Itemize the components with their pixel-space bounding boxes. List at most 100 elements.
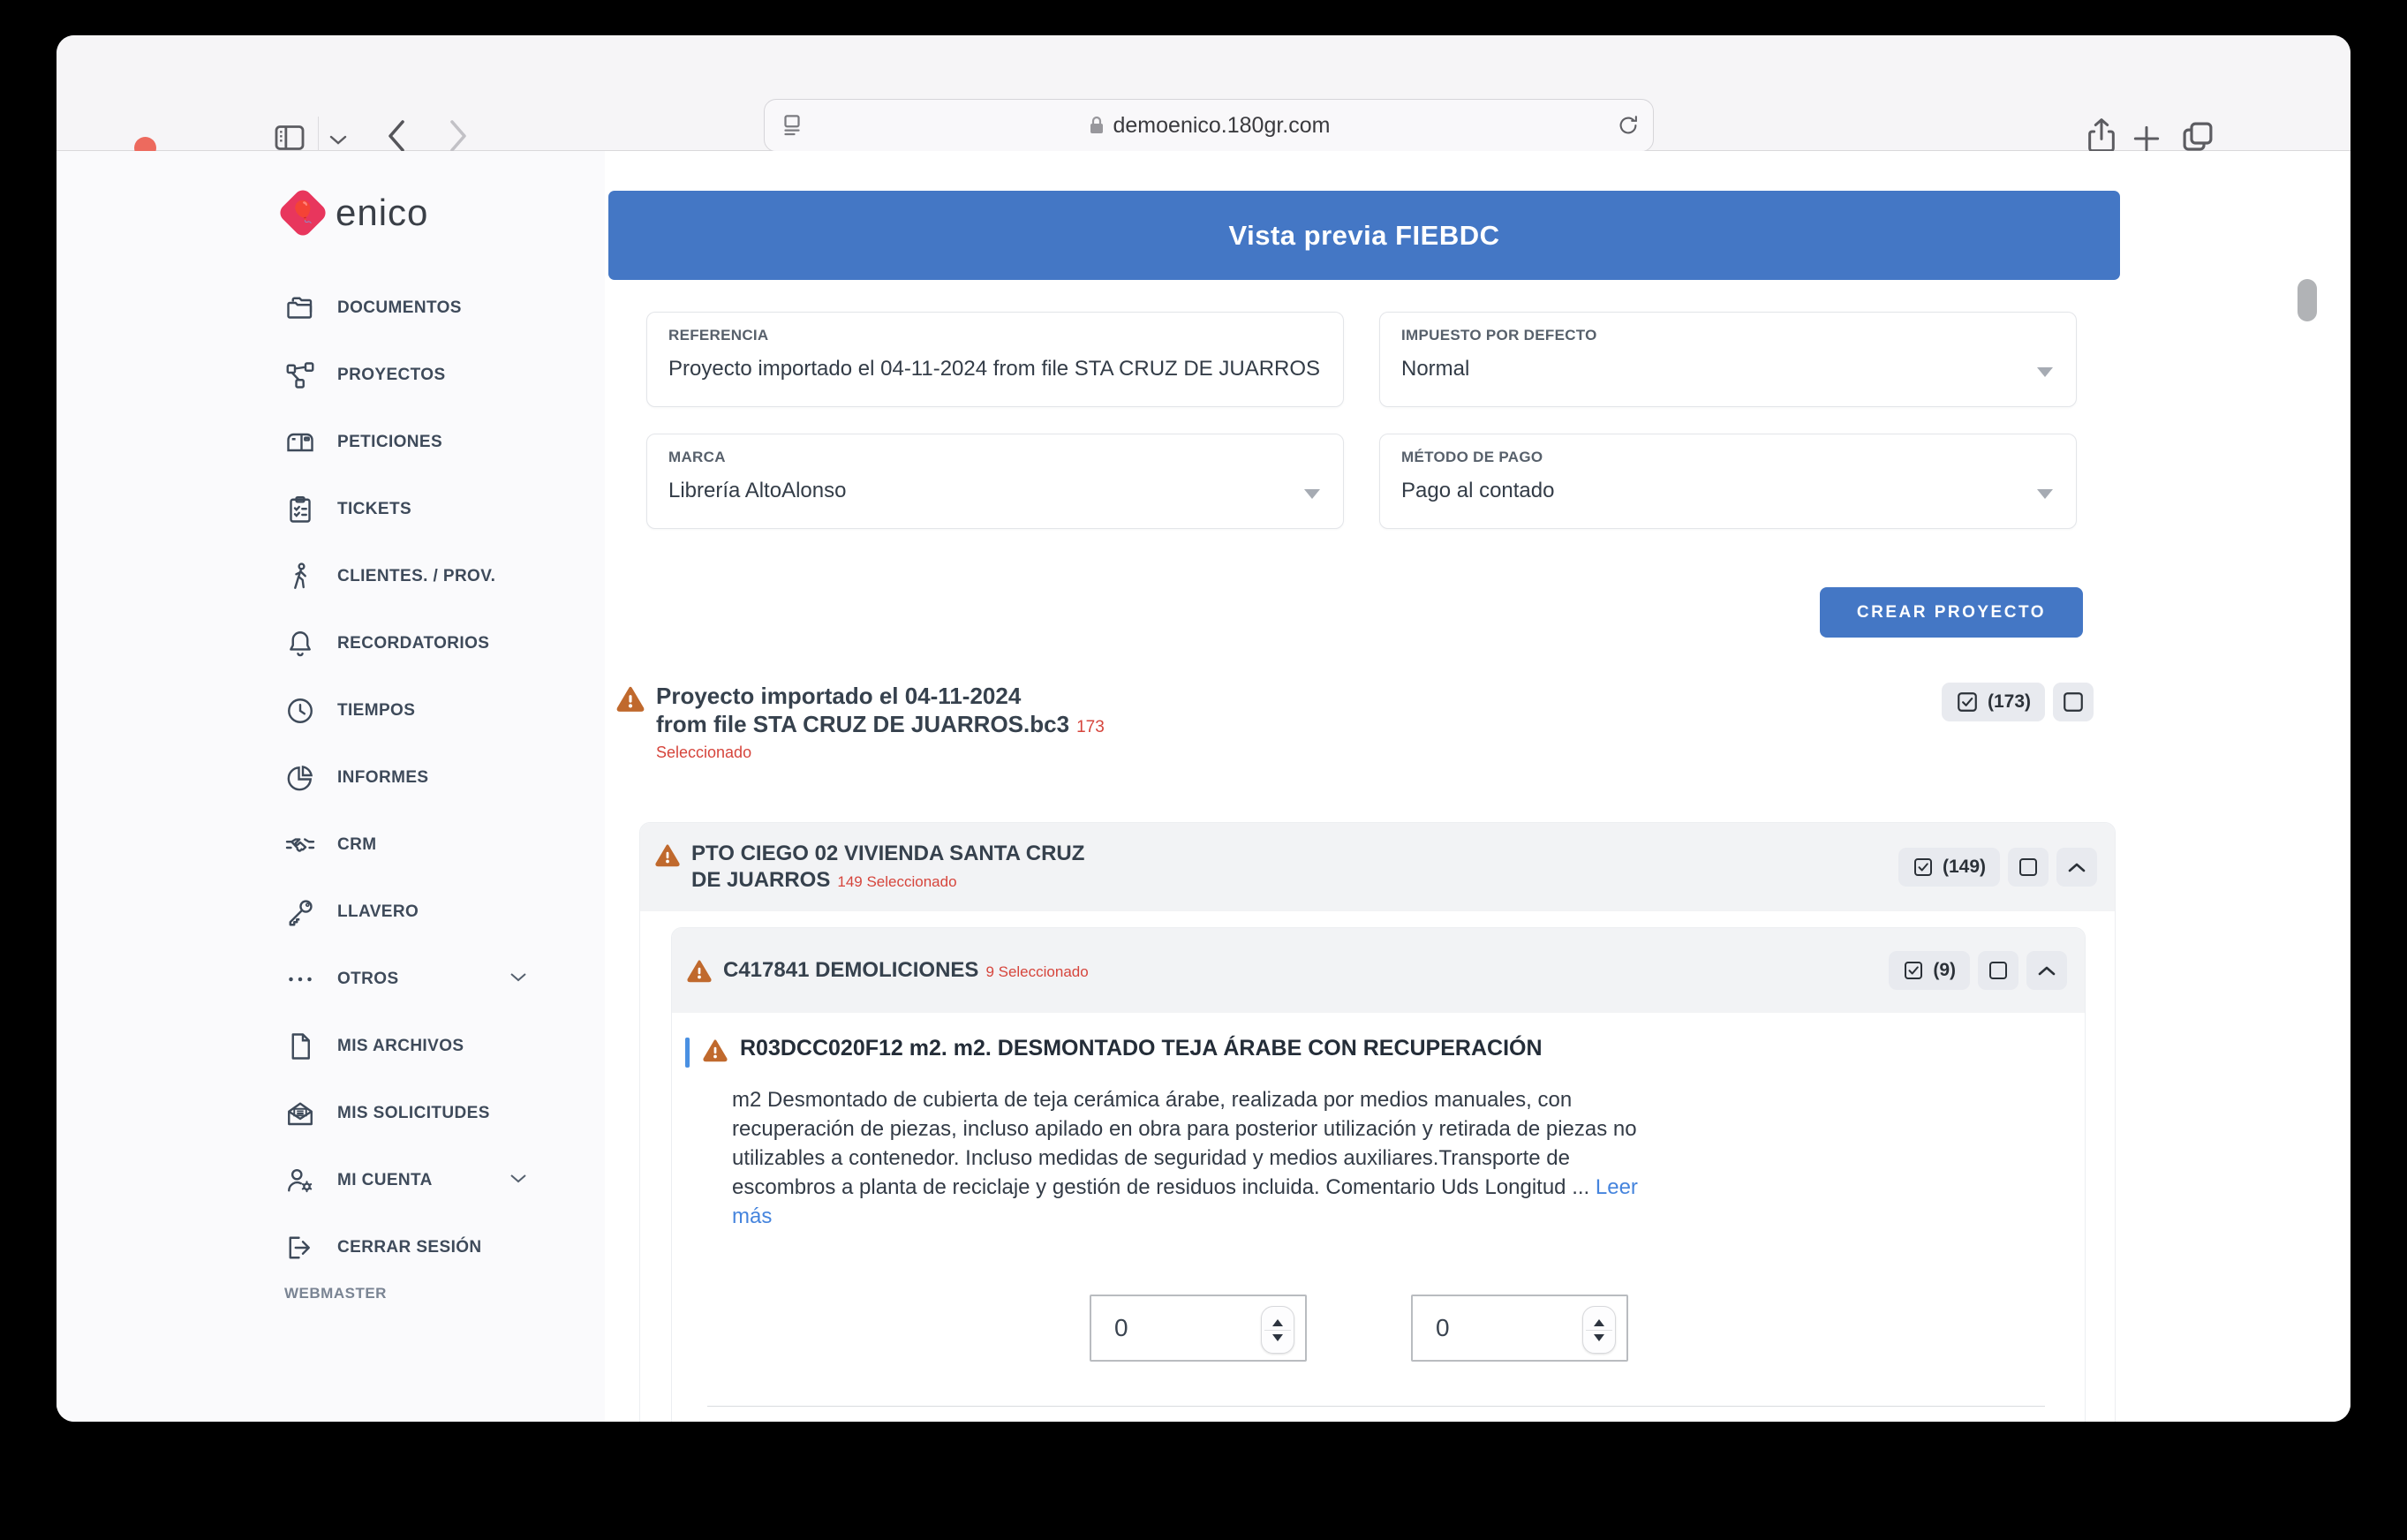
clock-icon — [284, 695, 316, 727]
line-item-description: m2 Desmontado de cubierta de teja cerámi… — [732, 1085, 1655, 1231]
referencia-field[interactable]: REFERENCIA — [646, 312, 1344, 407]
chapter-select-all-toggle[interactable]: (149) — [1898, 848, 2000, 887]
sidebar-item-label: MIS SOLICITUDES — [337, 1104, 490, 1123]
sidebar-toggle-icon[interactable] — [272, 120, 307, 155]
sidebar-item-otros[interactable]: OTROS — [57, 946, 605, 1013]
sidebar-item-label: MIS ARCHIVOS — [337, 1037, 464, 1056]
sidebar-item-clientes-prov[interactable]: CLIENTES. / PROV. — [57, 543, 605, 610]
back-button[interactable] — [385, 117, 408, 155]
sidebar-item-mis-solicitudes[interactable]: MIS SOLICITUDES — [57, 1080, 605, 1147]
sidebar-item-documentos[interactable]: DOCUMENTOS — [57, 275, 605, 342]
chapter-collapse-button[interactable] — [2056, 848, 2097, 887]
sidebar-item-crm[interactable]: CRM — [57, 812, 605, 879]
envelope-open-icon — [284, 1098, 316, 1129]
item-divider — [707, 1406, 2045, 1407]
sidebar: 🎈 enico DOCUMENTOS PROYECTOS PETICIONES — [57, 151, 605, 1422]
sidebar-item-label: CRM — [337, 835, 376, 855]
toolbar-chevron-down-icon[interactable] — [328, 134, 348, 147]
quantity-value: 0 — [1436, 1314, 1450, 1342]
reader-icon[interactable] — [779, 112, 805, 139]
warning-icon — [654, 842, 681, 869]
clipboard-icon — [284, 494, 316, 525]
warning-icon — [702, 1038, 728, 1064]
forward-button[interactable] — [447, 117, 470, 155]
sidebar-item-cerrar-sesion[interactable]: CERRAR SESIÓN — [57, 1214, 605, 1281]
chapter-title-line2: DE JUARROS — [691, 868, 830, 892]
tab-overview-icon[interactable] — [2179, 118, 2216, 155]
sidebar-item-label: TICKETS — [337, 500, 411, 519]
import-form: REFERENCIA IMPUESTO POR DEFECTO Normal M… — [646, 312, 2120, 529]
chevron-down-icon — [509, 1173, 527, 1189]
deselect-all-toggle[interactable] — [2053, 683, 2094, 721]
checkbox-checked-icon — [1913, 857, 1934, 878]
sidebar-item-llavero[interactable]: LLAVERO — [57, 879, 605, 946]
page-banner: Vista previa FIEBDC — [608, 191, 2120, 280]
sidebar-item-label: LLAVERO — [337, 902, 419, 922]
sidebar-item-informes[interactable]: INFORMES — [57, 744, 605, 812]
stepper-down-icon[interactable] — [1272, 1334, 1283, 1341]
chapter-deselect-toggle[interactable] — [2008, 848, 2049, 887]
sidebar-item-label: INFORMES — [337, 768, 428, 788]
referencia-label: REFERENCIA — [668, 327, 1322, 344]
subchapter-select-all-toggle[interactable]: (9) — [1889, 951, 1970, 990]
subchapter-header[interactable]: C417841 DEMOLICIONES9 Seleccionado (9) — [672, 928, 2085, 1013]
reload-icon[interactable] — [1616, 113, 1641, 138]
quantity-row: 0 0 — [672, 1295, 2085, 1362]
project-selected-label: Seleccionado — [656, 744, 1105, 762]
dropdown-arrow-icon — [2037, 489, 2053, 499]
page-title: Vista previa FIEBDC — [1229, 220, 1500, 252]
browser-window: demoenico.180gr.com 🎈 — [57, 35, 2350, 1422]
impuesto-select[interactable]: IMPUESTO POR DEFECTO Normal — [1379, 312, 2077, 407]
lock-icon — [1088, 115, 1105, 136]
quantity-input-1[interactable]: 0 — [1090, 1295, 1307, 1362]
file-icon — [284, 1030, 316, 1062]
stepper-up-icon[interactable] — [1594, 1319, 1604, 1326]
sidebar-item-label: PROYECTOS — [337, 366, 446, 385]
sidebar-item-mi-cuenta[interactable]: MI CUENTA — [57, 1147, 605, 1214]
impuesto-label: IMPUESTO POR DEFECTO — [1401, 327, 2055, 344]
stepper-control[interactable] — [1261, 1306, 1294, 1354]
chapter-header[interactable]: PTO CIEGO 02 VIVIENDA SANTA CRUZ DE JUAR… — [640, 823, 2115, 911]
checkbox-empty-icon — [1988, 960, 2009, 981]
sidebar-item-label: PETICIONES — [337, 433, 442, 452]
item-accent-bar — [685, 1038, 690, 1068]
key-icon — [284, 896, 316, 928]
sidebar-item-recordatorios[interactable]: RECORDATORIOS — [57, 610, 605, 677]
crear-proyecto-button[interactable]: CREAR PROYECTO — [1820, 587, 2083, 638]
sidebar-item-tickets[interactable]: TICKETS — [57, 476, 605, 543]
project-title-line2: from file STA CRUZ DE JUARROS.bc3 — [656, 711, 1069, 737]
sidebar-item-label: TIEMPOS — [337, 701, 415, 721]
logo-text: enico — [336, 192, 428, 234]
sidebar-item-peticiones[interactable]: PETICIONES — [57, 409, 605, 476]
subchapter-deselect-toggle[interactable] — [1978, 951, 2018, 990]
sidebar-item-tiempos[interactable]: TIEMPOS — [57, 677, 605, 744]
marca-value: Librería AltoAlonso — [668, 479, 1322, 503]
line-item-title: R03DCC020F12 m2. m2. DESMONTADO TEJA ÁRA… — [740, 1036, 1543, 1061]
chapter-title-line1: PTO CIEGO 02 VIVIENDA SANTA CRUZ — [691, 841, 1084, 867]
subchapter-collapse-button[interactable] — [2026, 951, 2067, 990]
select-all-toggle[interactable]: (173) — [1942, 683, 2045, 721]
sidebar-menu: DOCUMENTOS PROYECTOS PETICIONES TICKETS — [57, 275, 605, 1281]
quantity-input-2[interactable]: 0 — [1411, 1295, 1628, 1362]
chevron-down-icon — [509, 971, 527, 987]
balloon-logo-icon: 🎈 — [276, 186, 328, 238]
stepper-down-icon[interactable] — [1594, 1334, 1604, 1341]
marca-select[interactable]: MARCA Librería AltoAlonso — [646, 434, 1344, 529]
pie-chart-icon — [284, 762, 316, 794]
address-bar[interactable]: demoenico.180gr.com — [764, 99, 1654, 152]
stepper-up-icon[interactable] — [1272, 1319, 1283, 1326]
sidebar-item-label: CERRAR SESIÓN — [337, 1238, 482, 1257]
walking-person-icon — [284, 561, 316, 593]
page-scrollbar[interactable] — [2298, 279, 2317, 321]
impuesto-value: Normal — [1401, 357, 2055, 381]
sidebar-item-mis-archivos[interactable]: MIS ARCHIVOS — [57, 1013, 605, 1080]
stepper-control[interactable] — [1582, 1306, 1616, 1354]
url-text[interactable]: demoenico.180gr.com — [1113, 113, 1331, 139]
sidebar-item-proyectos[interactable]: PROYECTOS — [57, 342, 605, 409]
referencia-input[interactable] — [668, 357, 1322, 381]
project-title-line1: Proyecto importado el 04-11-2024 — [656, 683, 1105, 711]
sidebar-item-label: OTROS — [337, 970, 399, 989]
app-logo[interactable]: 🎈 enico — [284, 192, 605, 234]
metodo-pago-select[interactable]: MÉTODO DE PAGO Pago al contado — [1379, 434, 2077, 529]
dropdown-arrow-icon — [1304, 489, 1320, 499]
